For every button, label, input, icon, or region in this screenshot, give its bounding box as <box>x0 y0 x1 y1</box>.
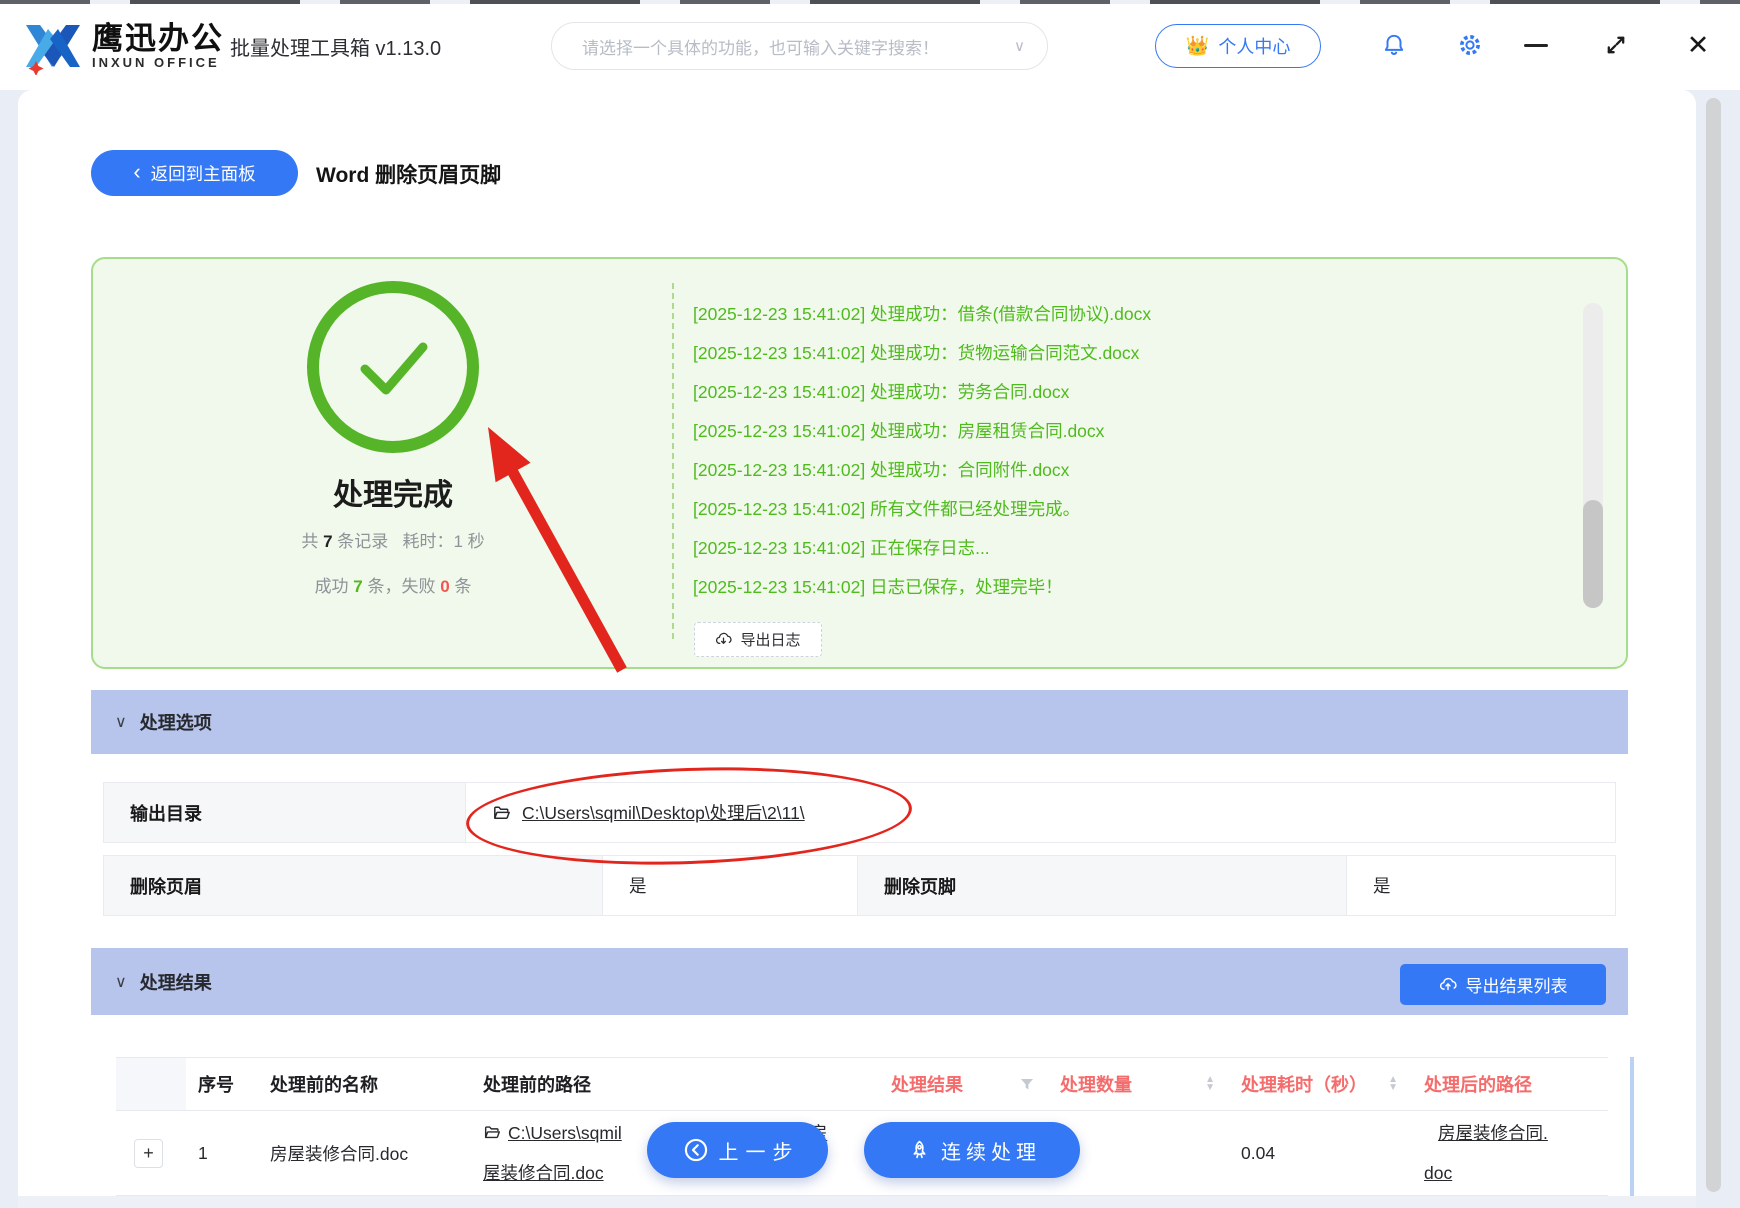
folder-icon <box>494 806 510 819</box>
table-bottom-strip <box>18 1196 1696 1208</box>
col-name: 处理前的名称 <box>258 1057 471 1111</box>
log-line: [2025-12-23 15:41:02] 处理成功：货物运输合同范文.docx <box>693 343 1140 363</box>
expand-row-button[interactable]: + <box>134 1138 163 1168</box>
export-log-button[interactable]: 导出日志 <box>694 622 822 657</box>
resize-window-button[interactable] <box>1602 31 1630 59</box>
chevron-down-icon: ∨ <box>115 714 127 731</box>
app-title: 批量处理工具箱 v1.13.0 <box>230 38 442 60</box>
output-dir-value-cell: C:\Users\sqmil\Desktop\处理后\2\11\ <box>465 782 1616 843</box>
col-expand <box>116 1057 186 1111</box>
log-line: [2025-12-23 15:41:02] 正在保存日志... <box>693 538 990 558</box>
folder-icon <box>484 1126 501 1139</box>
log-scrollbar-thumb[interactable] <box>1583 500 1603 608</box>
settings-gear-icon[interactable] <box>1456 31 1484 59</box>
elapsed-time: 耗时：1 秒 <box>402 532 485 551</box>
logo-text-cn: 鹰迅办公 <box>92 20 224 56</box>
table-row-out-path-cell: 房屋装修合同. doc <box>1412 1111 1608 1196</box>
window-scrollbar-thumb[interactable] <box>1706 98 1721 1192</box>
logo-x-icon <box>26 25 80 75</box>
col-path: 处理前的路径 <box>471 1057 879 1111</box>
total-count: 7 <box>323 532 333 551</box>
section-title: 处理结果 <box>139 972 212 993</box>
section-header-process-options[interactable]: ∨ 处理选项 <box>91 690 1628 754</box>
col-count[interactable]: 处理数量 ▲ ▼ <box>1048 1057 1229 1111</box>
record-stats: 共 7 条记录 耗时：1 秒 <box>301 532 485 551</box>
chevron-down-icon: ∨ <box>1014 38 1025 55</box>
cloud-download-icon <box>716 632 732 645</box>
table-row-name-cell: 房屋装修合同.doc <box>258 1111 471 1196</box>
previous-step-label: 上一步 <box>718 1141 800 1164</box>
chevron-left-icon: ‹ <box>133 158 141 184</box>
search-placeholder: 请选择一个具体的功能，也可输入关键字搜索！ <box>582 38 939 58</box>
close-button[interactable]: ✕ <box>1680 26 1716 64</box>
back-button-label: 返回到主面板 <box>150 163 256 184</box>
logo-text-en: INXUN OFFICE <box>92 54 220 70</box>
output-dir-path: C:\Users\sqmil\Desktop\处理后\2\11\ <box>522 803 805 823</box>
output-path-link[interactable]: 房屋装修合同. doc <box>1424 1111 1548 1193</box>
table-scrollbar-thumb[interactable] <box>1630 1057 1634 1208</box>
cloud-upload-icon <box>1439 977 1457 990</box>
circle-left-arrow-icon <box>684 1138 707 1162</box>
col-out-path: 处理后的路径 <box>1412 1057 1608 1111</box>
remove-header-label-cell: 删除页眉 <box>103 855 603 916</box>
process-log-list: [2025-12-23 15:41:02] 处理成功：借条(借款合同协议).do… <box>693 295 1553 607</box>
log-line: [2025-12-23 15:41:02] 所有文件都已经处理完成。 <box>693 499 1081 519</box>
section-title: 处理选项 <box>139 713 212 733</box>
export-results-label: 导出结果列表 <box>1465 977 1568 996</box>
crown-icon: 👑 <box>1185 35 1210 57</box>
col-time[interactable]: 处理耗时（秒） ▲ ▼ <box>1229 1057 1412 1111</box>
user-center-button[interactable]: 👑 个人中心 <box>1155 24 1321 68</box>
col-index: 序号 <box>186 1057 258 1111</box>
filter-funnel-icon[interactable] <box>1020 1078 1034 1091</box>
success-count: 7 <box>353 577 363 596</box>
previous-step-button[interactable]: 上一步 <box>647 1122 828 1178</box>
continue-process-button[interactable]: 连续处理 <box>864 1122 1080 1178</box>
notification-bell-icon[interactable] <box>1380 31 1408 59</box>
page-title: Word 删除页眉页脚 <box>316 164 502 187</box>
section-header-process-results[interactable]: ∨ 处理结果 <box>91 948 1628 1015</box>
sort-carets-icon[interactable]: ▲ ▼ <box>1205 1075 1215 1093</box>
table-row-expand-cell: + <box>116 1111 186 1196</box>
window-top-edge <box>0 0 1740 4</box>
export-results-button[interactable]: 导出结果列表 <box>1400 964 1606 1005</box>
output-dir-link[interactable]: C:\Users\sqmil\Desktop\处理后\2\11\ <box>492 800 805 825</box>
log-line: [2025-12-23 15:41:02] 处理成功：借条(借款合同协议).do… <box>693 304 1152 324</box>
output-dir-label-cell: 输出目录 <box>103 782 466 843</box>
user-center-label: 个人中心 <box>1218 37 1291 57</box>
log-line: [2025-12-23 15:41:02] 处理成功：房屋租赁合同.docx <box>693 421 1105 441</box>
log-line: [2025-12-23 15:41:02] 处理成功：合同附件.docx <box>693 460 1070 480</box>
remove-footer-label-cell: 删除页脚 <box>857 855 1347 916</box>
export-log-label: 导出日志 <box>740 632 801 649</box>
table-row-index-cell: 1 <box>186 1111 258 1196</box>
remove-header-value-cell: 是 <box>602 855 858 916</box>
remove-footer-value-cell: 是 <box>1346 855 1616 916</box>
log-line: [2025-12-23 15:41:02] 日志已保存，处理完毕！ <box>693 577 1063 597</box>
col-result[interactable]: 处理结果 <box>879 1057 1048 1111</box>
minimize-button[interactable] <box>1524 44 1548 47</box>
success-check-icon <box>303 277 483 462</box>
sort-carets-icon[interactable]: ▲ ▼ <box>1388 1075 1398 1093</box>
log-line: [2025-12-23 15:41:02] 处理成功：劳务合同.docx <box>693 382 1070 402</box>
success-fail-stats: 成功 7 条，失败 0 条 <box>314 577 472 596</box>
continue-process-label: 连续处理 <box>941 1141 1041 1164</box>
status-title: 处理完成 <box>333 479 453 512</box>
log-divider <box>672 283 674 639</box>
back-to-dashboard-button[interactable]: ‹ 返回到主面板 <box>91 150 298 196</box>
rocket-icon <box>913 1140 926 1158</box>
table-row-time-cell: 0.04 <box>1229 1111 1412 1196</box>
function-search-select[interactable]: 请选择一个具体的功能，也可输入关键字搜索！ ∨ <box>551 22 1048 70</box>
chevron-down-icon: ∨ <box>115 973 127 991</box>
fail-count: 0 <box>440 577 450 596</box>
